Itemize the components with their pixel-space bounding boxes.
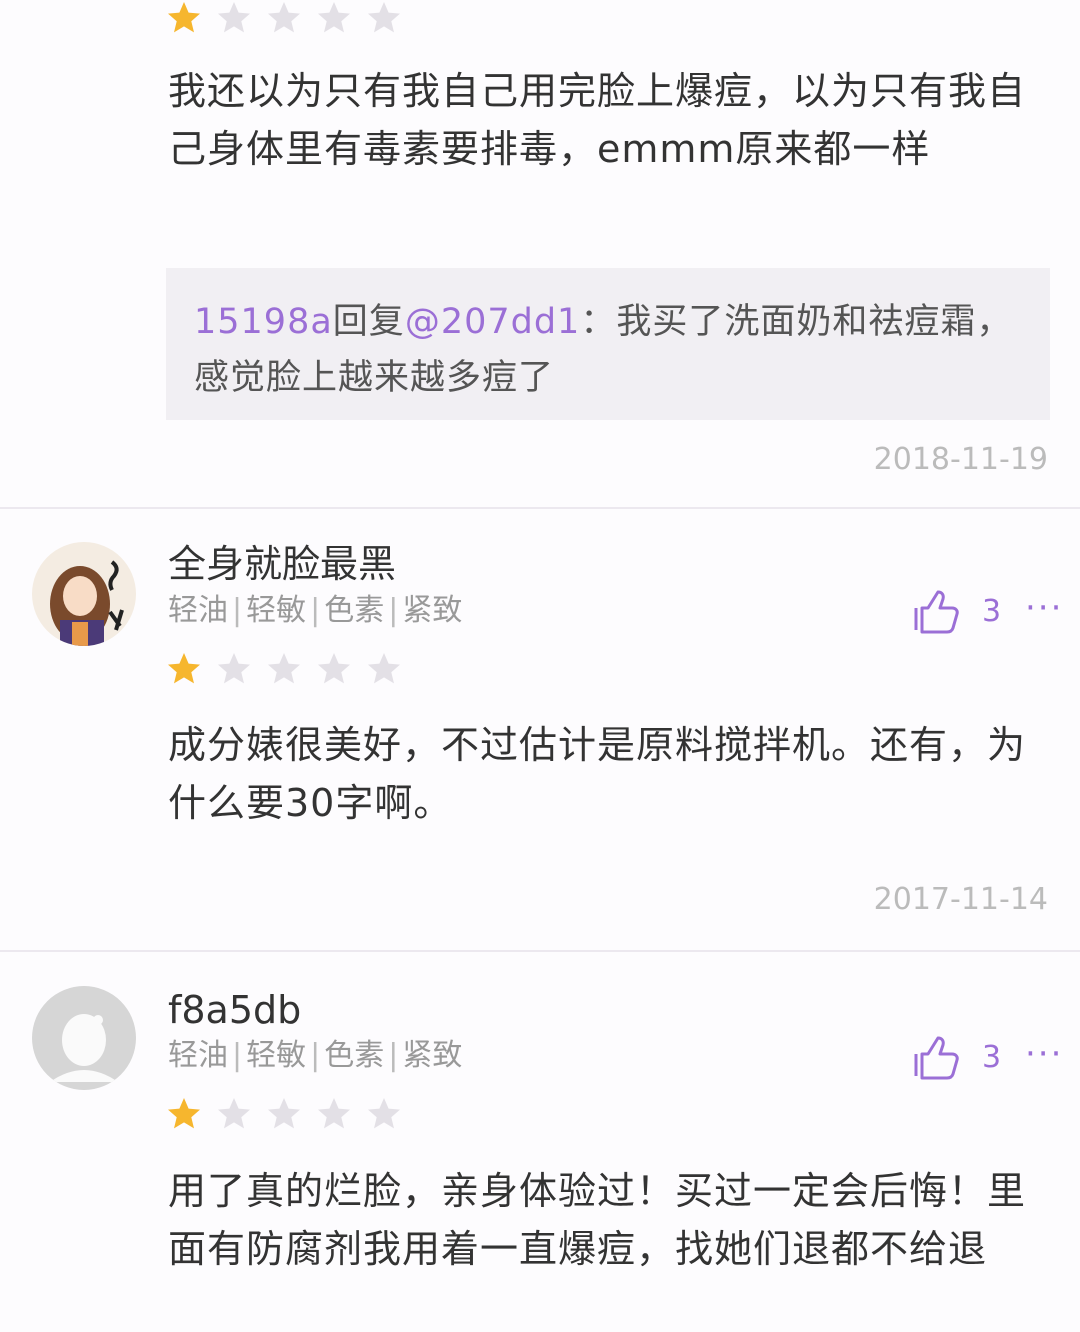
star-icon	[216, 1096, 252, 1132]
rating-stars	[166, 1096, 402, 1132]
divider	[0, 507, 1080, 509]
star-icon	[316, 1096, 352, 1132]
tag: 轻油	[168, 593, 228, 628]
thumbs-up-icon	[914, 1036, 959, 1080]
more-dots-icon[interactable]: ···	[1025, 591, 1063, 625]
skin-tags: 轻油 | 轻敏 | 色素 | 紧致	[168, 1038, 463, 1073]
like-count: 3	[982, 1039, 1002, 1075]
review-text: 用了真的烂脸，亲身体验过！买过一定会后悔！里面有防腐剂我用着一直爆痘，找她们退都…	[168, 1169, 1027, 1271]
tag: 轻敏	[246, 593, 307, 628]
star-icon	[266, 0, 302, 36]
reply-author[interactable]: 15198a	[194, 302, 333, 342]
star-icon	[366, 0, 402, 36]
tag: 轻敏	[246, 1038, 307, 1073]
reply-verb: 回复	[332, 302, 405, 342]
star-icon	[366, 1096, 402, 1132]
review-text: 我还以为只有我自己用完脸上爆痘，以为只有我自己身体里有毒素要排毒，emmm原来都…	[168, 69, 1027, 171]
review-date: 2018-11-19	[873, 442, 1048, 477]
reply-box[interactable]: 15198a回复@207dd1：我买了洗面奶和祛痘霜，感觉脸上越来越多痘了	[166, 268, 1050, 420]
tag: 紧致	[402, 1038, 463, 1073]
more-dots-icon[interactable]: ···	[1025, 1037, 1063, 1071]
rating-stars	[166, 0, 402, 36]
rating-stars	[166, 651, 402, 687]
star-icon	[366, 651, 402, 687]
review-text: 成分婊很美好，不过估计是原料搅拌机。还有，为什么要30字啊。	[168, 723, 1027, 825]
username[interactable]: f8a5db	[168, 988, 301, 1032]
star-icon	[316, 651, 352, 687]
avatar[interactable]	[32, 542, 136, 646]
tag: 色素	[324, 1038, 385, 1073]
star-icon	[166, 0, 202, 36]
like-count: 3	[982, 593, 1002, 629]
divider	[0, 950, 1080, 952]
tag: 色素	[324, 593, 385, 628]
avatar-illustration	[32, 542, 136, 646]
like-button[interactable]: 3	[912, 588, 1001, 634]
star-icon	[266, 651, 302, 687]
tag: 轻油	[168, 1038, 228, 1073]
star-icon	[166, 651, 202, 687]
reply-mention[interactable]: @207dd1	[405, 302, 581, 342]
star-icon	[316, 0, 352, 36]
star-icon	[216, 651, 252, 687]
star-icon	[266, 1096, 302, 1132]
thumbs-up-icon	[914, 590, 959, 634]
star-icon	[166, 1096, 202, 1132]
username[interactable]: 全身就脸最黑	[168, 542, 396, 586]
tag: 紧致	[402, 593, 463, 628]
default-avatar-icon[interactable]	[32, 986, 136, 1090]
star-icon	[216, 0, 252, 36]
skin-tags: 轻油 | 轻敏 | 色素 | 紧致	[168, 593, 463, 628]
review-date: 2017-11-14	[873, 882, 1048, 917]
like-button[interactable]: 3	[912, 1034, 1001, 1080]
